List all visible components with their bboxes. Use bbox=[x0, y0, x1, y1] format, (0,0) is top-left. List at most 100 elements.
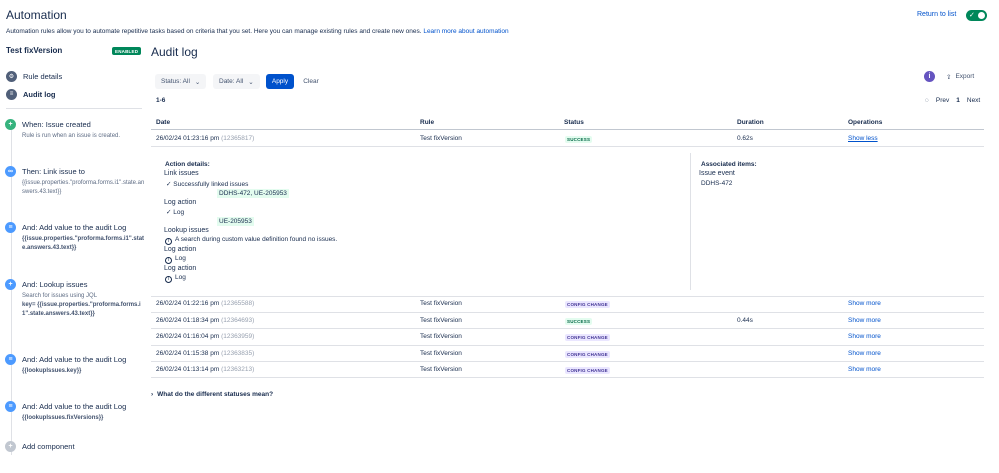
show-more-link[interactable]: Show more bbox=[848, 300, 881, 307]
row-date: 26/02/24 01:13:14 pm (12363213) bbox=[156, 366, 255, 373]
column-header-duration[interactable]: Duration bbox=[737, 119, 764, 126]
plus-icon: + bbox=[5, 279, 16, 290]
info-circle-icon: i bbox=[165, 257, 172, 264]
sidebar-item-label: Rule details bbox=[23, 71, 63, 81]
log-value: UE-205953 bbox=[217, 217, 254, 226]
link-issues-heading: Link issues bbox=[164, 170, 199, 177]
apply-button[interactable]: Apply bbox=[266, 74, 294, 89]
component-jql: key= {{issue.properties."proforma.forms.… bbox=[22, 302, 141, 317]
component-subtitle: {{lookupIssues.fixVersions}} bbox=[22, 415, 104, 421]
show-more-link[interactable]: Show more bbox=[848, 350, 881, 357]
component-title: And: Add value to the audit Log bbox=[22, 402, 127, 411]
row-rule: Test fixVersion bbox=[420, 317, 462, 324]
show-less-link[interactable]: Show less bbox=[848, 135, 878, 142]
plus-icon: + bbox=[5, 119, 16, 130]
chevron-down-icon: ⌄ bbox=[194, 78, 201, 86]
add-component-button[interactable]: + Add component bbox=[5, 441, 145, 455]
linked-issues-message: ✓ Successfully linked issues bbox=[166, 181, 249, 188]
associated-issue-link[interactable]: DDHS-472 bbox=[701, 180, 732, 187]
loading-icon: ◌ bbox=[925, 97, 929, 104]
row-divider bbox=[151, 296, 984, 297]
audit-log-title: Audit log bbox=[151, 45, 198, 59]
column-header-status[interactable]: Status bbox=[564, 119, 584, 126]
current-page: 1 bbox=[956, 97, 960, 104]
component-lookup-issues[interactable]: + And: Lookup issues Search for issues u… bbox=[5, 279, 145, 329]
status-badge: CONFIG CHANGE bbox=[565, 351, 610, 358]
component-audit-log-3[interactable]: ≡ And: Add value to the audit Log {{look… bbox=[5, 401, 145, 425]
component-title: And: Add value to the audit Log bbox=[22, 355, 127, 364]
row-rule: Test fixVersion bbox=[420, 333, 462, 340]
list-icon: ≡ bbox=[5, 401, 16, 412]
rule-enabled-toggle[interactable]: ✓ bbox=[966, 10, 987, 21]
row-rule: Test fixVersion bbox=[420, 135, 462, 142]
row-date: 26/02/24 01:18:34 pm (12364693) bbox=[156, 317, 255, 324]
next-page-button[interactable]: Next bbox=[967, 97, 980, 104]
learn-more-link[interactable]: Learn more about automation bbox=[423, 28, 508, 35]
description-text: Automation rules allow you to automate r… bbox=[6, 28, 422, 35]
row-date: 26/02/24 01:23:16 pm (12365817) bbox=[156, 135, 255, 142]
row-date: 26/02/24 01:15:38 pm (12363835) bbox=[156, 350, 255, 357]
header-divider bbox=[151, 129, 984, 130]
clear-button[interactable]: Clear bbox=[298, 74, 324, 89]
row-date: 26/02/24 01:22:16 pm (12365588) bbox=[156, 300, 255, 307]
plus-icon: + bbox=[5, 441, 16, 452]
prev-page-button[interactable]: Prev bbox=[936, 97, 949, 104]
action-details-heading: Action details: bbox=[165, 161, 210, 168]
export-button[interactable]: ⇪ Export bbox=[940, 70, 980, 83]
component-subtitle: {{issue.properties."proforma.forms.i1".s… bbox=[22, 180, 145, 195]
component-title: And: Lookup issues bbox=[22, 280, 88, 289]
sidebar-item-audit-log[interactable]: ≡ Audit log bbox=[6, 87, 56, 101]
pagination: ◌ Prev 1 Next bbox=[925, 97, 980, 104]
show-more-link[interactable]: Show more bbox=[848, 317, 881, 324]
row-duration: 0.62s bbox=[737, 135, 753, 142]
sidebar-item-rule-details[interactable]: ⚙ Rule details bbox=[6, 69, 62, 83]
info-circle-icon: i bbox=[165, 276, 172, 283]
row-date: 26/02/24 01:16:04 pm (12363959) bbox=[156, 333, 255, 340]
sidebar-divider bbox=[6, 108, 142, 109]
lookup-issues-heading: Lookup issues bbox=[164, 227, 209, 234]
status-badge: CONFIG CHANGE bbox=[565, 367, 610, 374]
add-component-label: Add component bbox=[22, 442, 75, 451]
show-more-link[interactable]: Show more bbox=[848, 333, 881, 340]
link-icon: ∞ bbox=[5, 166, 16, 177]
status-badge: CONFIG CHANGE bbox=[565, 301, 610, 308]
component-title: When: Issue created bbox=[22, 120, 91, 129]
component-link-issue[interactable]: ∞ Then: Link issue to {{issue.properties… bbox=[5, 166, 145, 198]
rule-name: Test fixVersion bbox=[6, 46, 63, 55]
page-title: Automation bbox=[6, 8, 67, 22]
component-trigger-issue-created[interactable]: + When: Issue created Rule is run when a… bbox=[5, 119, 145, 145]
row-divider bbox=[151, 377, 984, 378]
list-icon: ≡ bbox=[5, 222, 16, 233]
row-rule: Test fixVersion bbox=[420, 366, 462, 373]
issue-event-label: Issue event bbox=[699, 170, 735, 177]
row-divider bbox=[151, 328, 984, 329]
component-subtitle: Rule is run when an issue is created. bbox=[22, 133, 121, 139]
document-icon: ≡ bbox=[6, 88, 17, 100]
export-icon: ⇪ bbox=[946, 73, 952, 81]
column-header-date[interactable]: Date bbox=[156, 119, 170, 126]
list-icon: ≡ bbox=[5, 354, 16, 365]
row-divider bbox=[151, 146, 984, 147]
lookup-message: iA search during custom value definition… bbox=[165, 236, 337, 245]
show-more-link[interactable]: Show more bbox=[848, 366, 881, 373]
component-audit-log-1[interactable]: ≡ And: Add value to the audit Log {{issu… bbox=[5, 222, 145, 254]
return-to-list-link[interactable]: Return to list bbox=[917, 11, 956, 18]
row-rule: Test fixVersion bbox=[420, 350, 462, 357]
log-action-heading: Log action bbox=[164, 199, 197, 206]
row-rule: Test fixVersion bbox=[420, 300, 462, 307]
date-filter-label: Date: All bbox=[219, 78, 244, 85]
chevron-right-icon: › bbox=[151, 391, 154, 398]
associated-items-heading: Associated items: bbox=[701, 161, 757, 168]
column-header-operations: Operations bbox=[848, 119, 883, 126]
column-header-rule[interactable]: Rule bbox=[420, 119, 434, 126]
log-entry: ✓ Log bbox=[166, 209, 185, 216]
info-icon[interactable]: i bbox=[924, 71, 935, 82]
component-audit-log-2[interactable]: ≡ And: Add value to the audit Log {{look… bbox=[5, 354, 145, 378]
date-filter-dropdown[interactable]: Date: All ⌄ bbox=[213, 74, 260, 89]
component-subtitle: {{lookupIssues.key}} bbox=[22, 368, 82, 374]
check-icon: ✓ bbox=[969, 12, 975, 19]
linked-issues-value: DDHS-472, UE-205953 bbox=[217, 189, 289, 198]
status-filter-dropdown[interactable]: Status: All ⌄ bbox=[155, 74, 207, 89]
row-duration: 0.44s bbox=[737, 317, 753, 324]
statuses-help-toggle[interactable]: › What do the different statuses mean? bbox=[151, 391, 273, 398]
